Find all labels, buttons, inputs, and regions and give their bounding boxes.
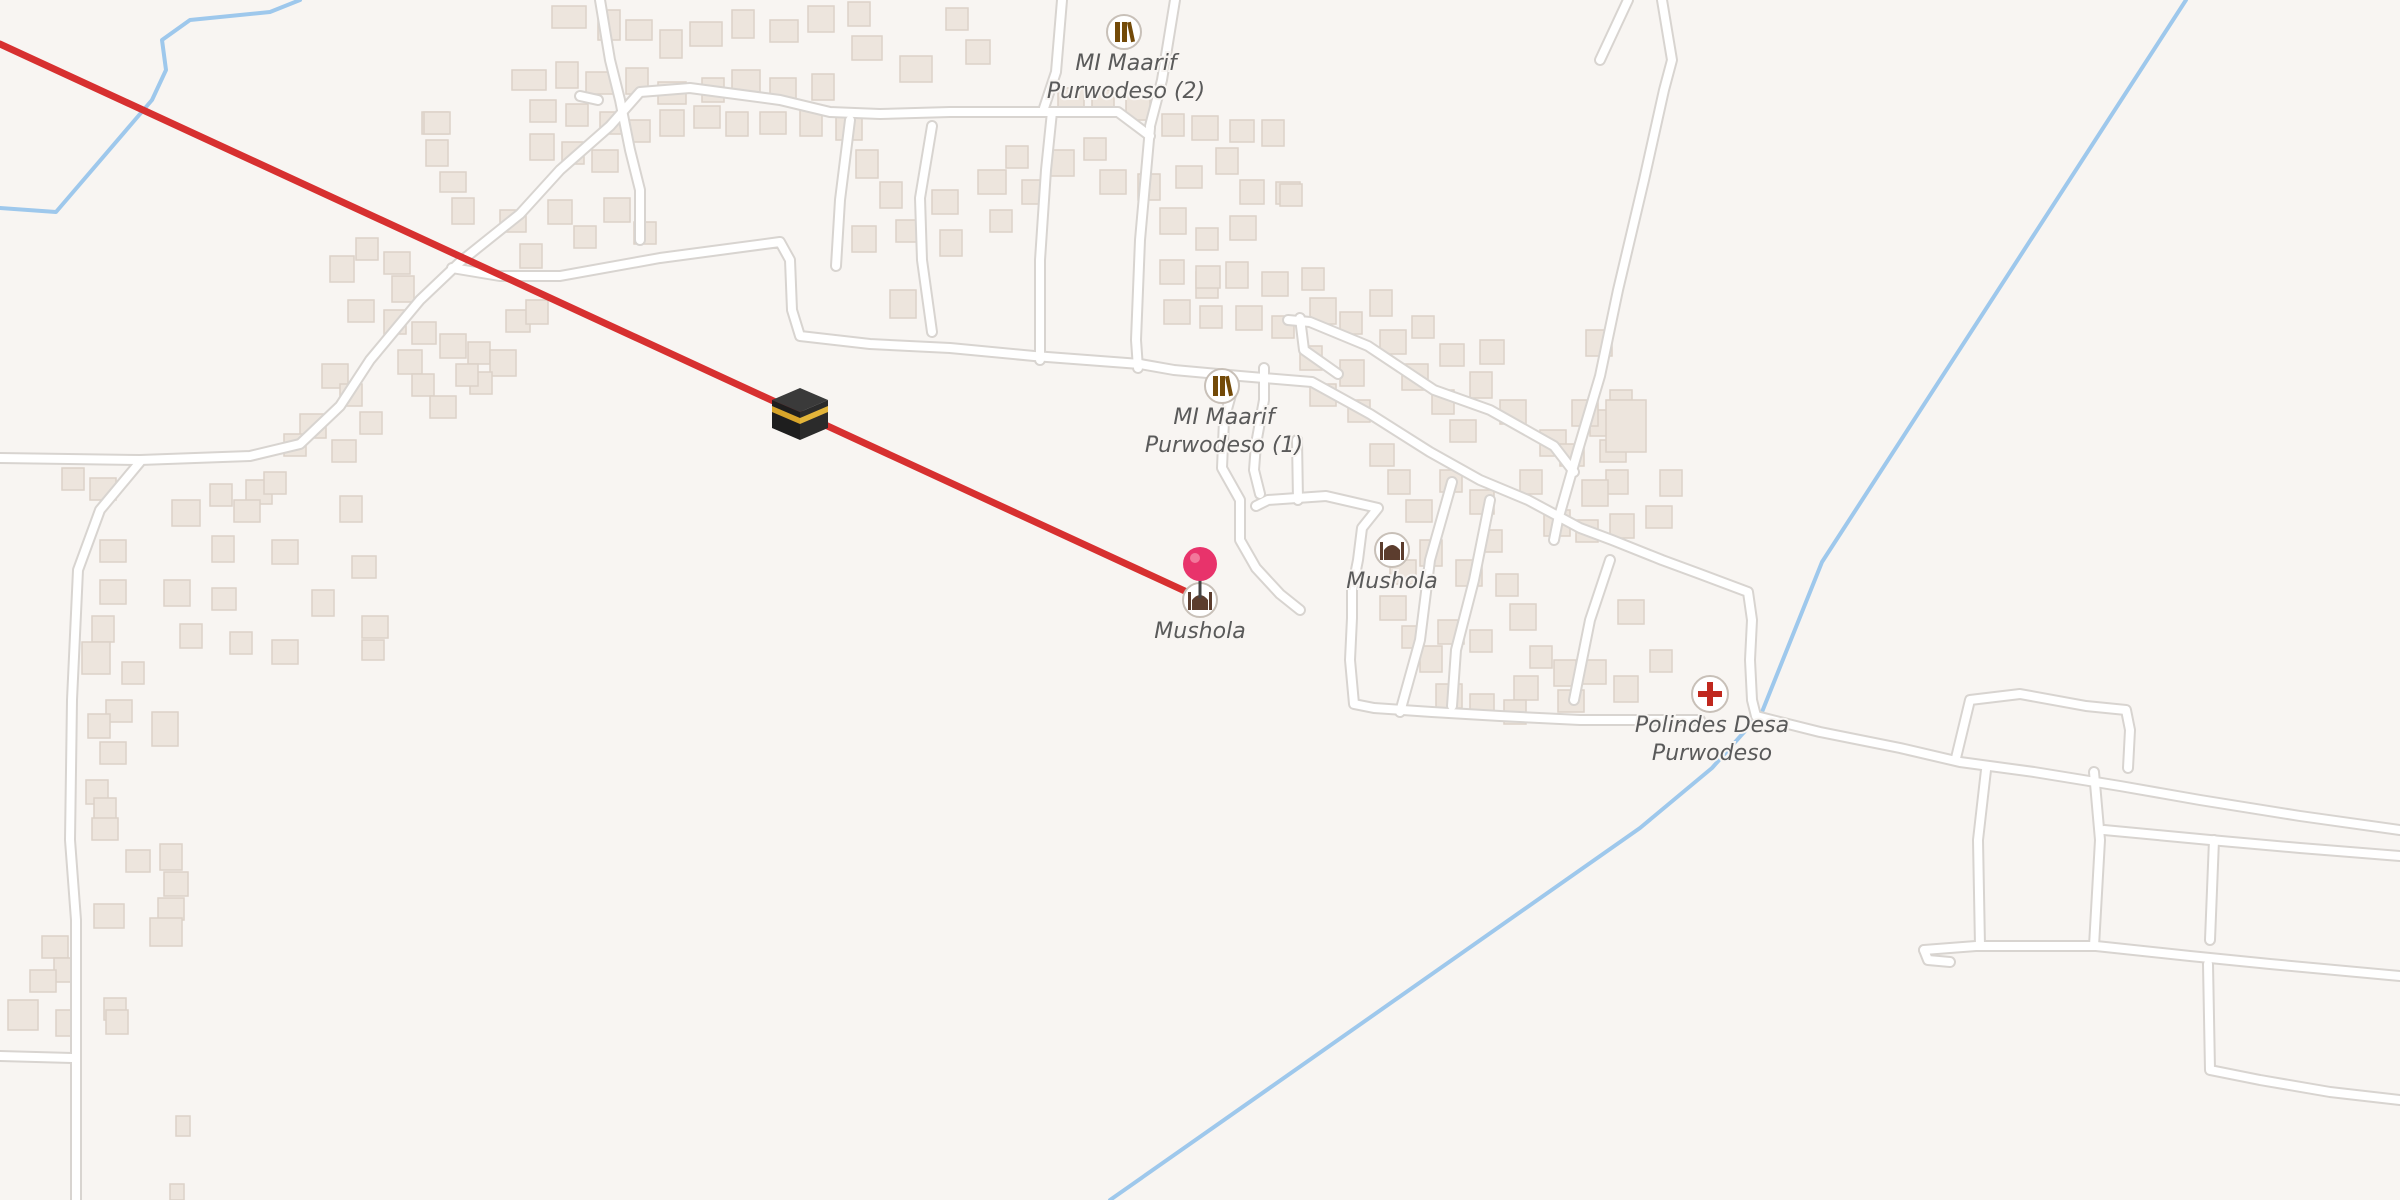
poi-mushola-2-label: Mushola [1346, 569, 1437, 594]
poi-school-1-label-1: MI Maarif [1173, 405, 1278, 430]
map-canvas[interactable]: MI Maarif Purwodeso (2) MI Maarif Purwod… [0, 0, 2400, 1200]
school-icon [1106, 14, 1142, 50]
poi-school-2-label-1: MI Maarif [1075, 51, 1180, 76]
poi-clinic-label-1: Polindes Desa [1635, 713, 1789, 738]
map-svg[interactable]: MI Maarif Purwodeso (2) MI Maarif Purwod… [0, 0, 2400, 1200]
school-icon [1204, 368, 1240, 404]
health-cross-icon [1691, 675, 1729, 713]
poi-mushola-1-label: Mushola [1154, 619, 1245, 644]
poi-clinic-label-2: Purwodeso [1652, 741, 1772, 766]
mosque-icon [1374, 532, 1410, 568]
poi-school-1-label-2: Purwodeso (1) [1145, 433, 1303, 458]
poi-school-2-label-2: Purwodeso (2) [1047, 79, 1205, 104]
